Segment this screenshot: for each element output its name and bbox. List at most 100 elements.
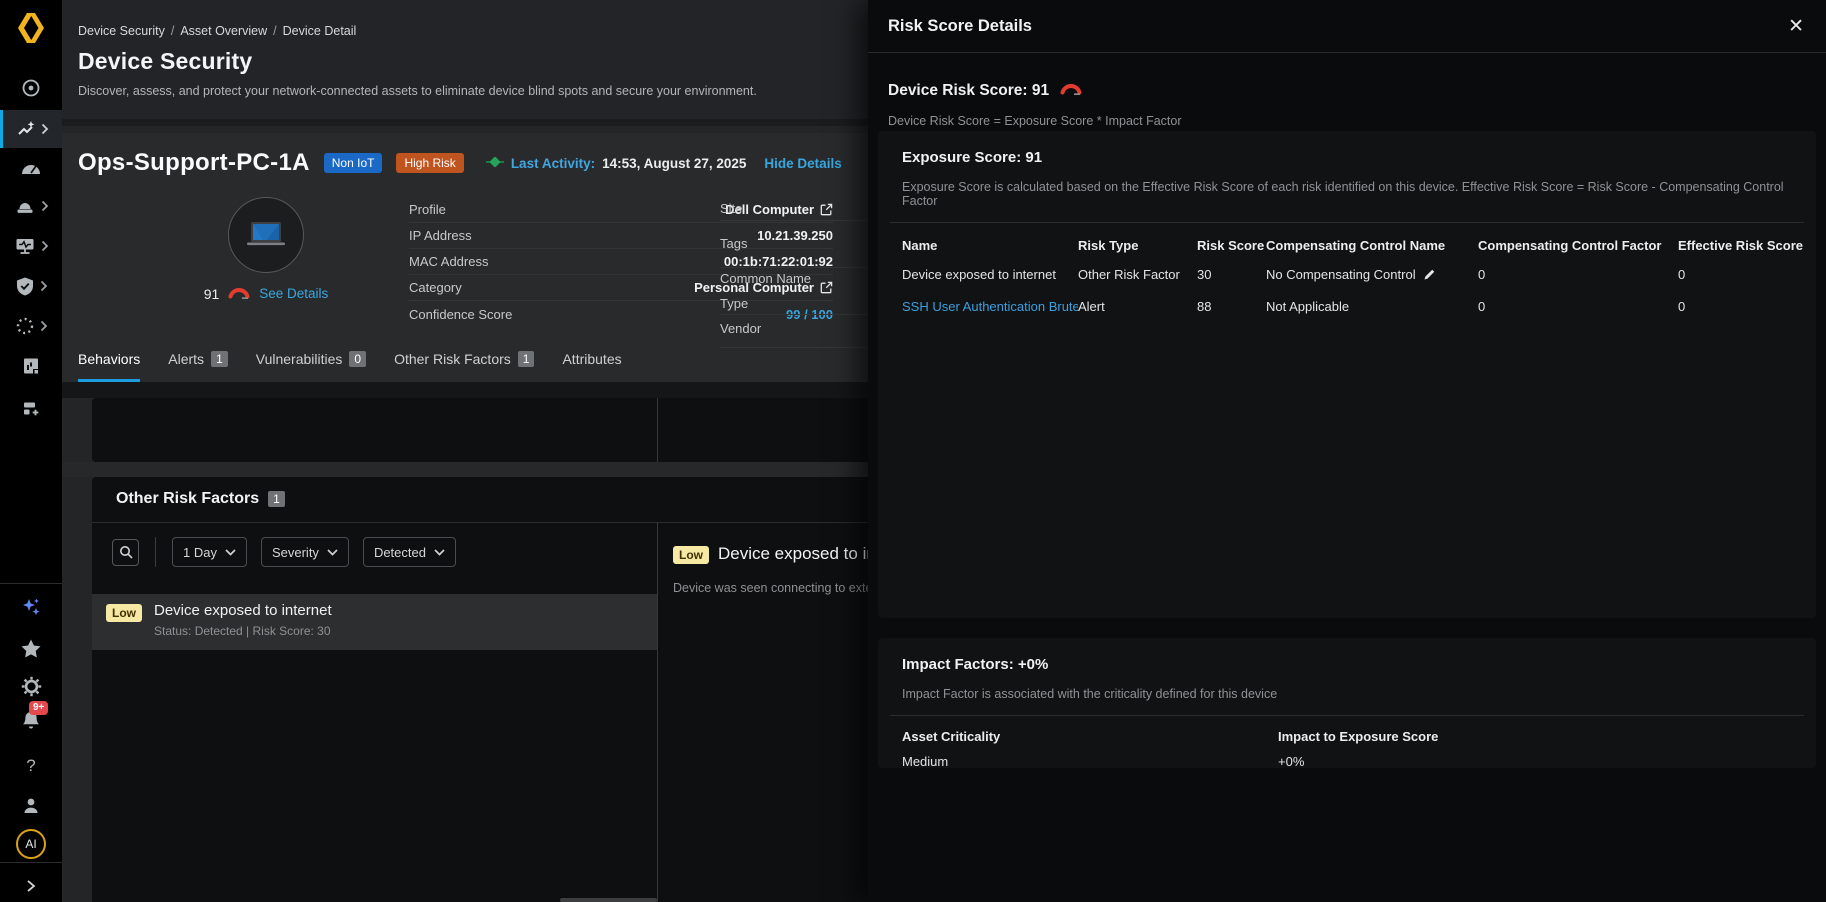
compensating-control-name: Not Applicable (1266, 299, 1478, 314)
tab-label: Other Risk Factors (394, 351, 511, 367)
risk-score: 88 (1197, 299, 1266, 314)
tab-label: Alerts (168, 351, 204, 367)
tab-label: Vulnerabilities (256, 351, 343, 367)
breadcrumb-asset-overview[interactable]: Asset Overview (180, 24, 276, 38)
chevron-down-icon (225, 549, 236, 556)
field-label: Profile (409, 202, 446, 217)
chevron-down-icon (327, 549, 338, 556)
section-count-badge: 1 (268, 491, 285, 507)
tab-label: Behaviors (78, 351, 140, 367)
sidebar-item-device-security[interactable] (0, 110, 62, 148)
severity-dropdown[interactable]: Severity (261, 537, 349, 567)
field-label: IP Address (409, 228, 472, 243)
risk-score: 30 (1197, 267, 1266, 282)
column-header: Impact to Exposure Score (1278, 729, 1804, 744)
risk-score-formula: Device Risk Score = Exposure Score * Imp… (888, 114, 1826, 128)
chevron-right-icon (41, 200, 49, 212)
sidebar-item-ai-copilot[interactable] (0, 589, 62, 625)
online-status-icon (486, 156, 504, 171)
sidebar-item-monitor[interactable] (0, 228, 62, 264)
radar-icon (20, 77, 42, 99)
field-label-type: Type (720, 296, 748, 311)
sidebar-item-favorites[interactable] (0, 630, 62, 666)
column-header: Risk Score (1197, 238, 1266, 253)
exposure-score-title: Exposure Score: 91 (878, 131, 1816, 166)
panel-divider (657, 522, 658, 902)
person-icon (21, 796, 41, 816)
tab-bar: Behaviors Alerts 1 Vulnerabilities 0 Oth… (78, 351, 622, 382)
siren-icon (14, 196, 36, 216)
risk-gauge-icon (227, 285, 251, 302)
field-label-common-name: Common Name (720, 271, 811, 286)
avatar: AI (16, 829, 46, 859)
exposure-table-row: Device exposed to internet Other Risk Fa… (878, 258, 1816, 290)
tab-label: Attributes (562, 351, 621, 367)
tab-vulnerabilities[interactable]: Vulnerabilities 0 (256, 351, 366, 382)
risk-name-link[interactable]: SSH User Authentication Brute... (902, 299, 1078, 314)
time-range-dropdown[interactable]: 1 Day (172, 537, 247, 567)
chevron-right-icon (40, 320, 48, 332)
edit-pencil-icon[interactable] (1423, 268, 1436, 281)
column-header: Compensating Control Factor (1478, 238, 1678, 253)
impact-to-exposure-score: +0% (1278, 754, 1804, 769)
last-activity: Last Activity: 14:53, August 27, 2025 (486, 156, 747, 171)
sidebar-item-notifications[interactable]: 9+ (0, 702, 62, 738)
sidebar-item-account[interactable] (0, 788, 62, 824)
tab-behaviors[interactable]: Behaviors (78, 351, 140, 382)
sidebar-item-protection[interactable] (0, 268, 62, 304)
risk-type: Alert (1078, 299, 1197, 314)
monitor-pulse-icon (14, 236, 36, 256)
device-name: Ops-Support-PC-1A (78, 149, 310, 177)
report-icon (21, 356, 41, 376)
breadcrumb-device-detail[interactable]: Device Detail (283, 24, 357, 38)
compensating-control-factor: 0 (1478, 299, 1678, 314)
sidebar-item-dashboard[interactable] (0, 150, 62, 186)
device-avatar (228, 197, 304, 273)
tab-other-risk-factors[interactable]: Other Risk Factors 1 (394, 351, 534, 382)
sidebar-item-alerts[interactable] (0, 188, 62, 224)
brand-logo-icon[interactable] (13, 10, 49, 46)
sidebar: 9+ ? AI (0, 0, 62, 902)
tab-attributes[interactable]: Attributes (562, 351, 621, 382)
column-header: Risk Type (1078, 238, 1197, 253)
sidebar-item-workflow[interactable] (0, 308, 62, 344)
high-risk-badge: High Risk (396, 153, 463, 173)
risk-factor-status: Status: Detected | Risk Score: 30 (154, 624, 332, 638)
risk-factor-list-item[interactable]: Low Device exposed to internet Status: D… (92, 594, 657, 650)
star-icon (20, 638, 42, 659)
risk-type: Other Risk Factor (1078, 267, 1197, 282)
impact-factors-card: Impact Factors: +0% Impact Factor is ass… (878, 638, 1816, 768)
compensating-control-factor: 0 (1478, 267, 1678, 282)
exposure-score-card: Exposure Score: 91 Exposure Score is cal… (878, 131, 1816, 618)
trend-sparkle-icon (16, 119, 36, 139)
sidebar-item-integrations[interactable] (0, 390, 62, 426)
bell-icon: 9+ (21, 710, 41, 731)
dotted-circle-icon (15, 316, 35, 336)
sidebar-expand-button[interactable] (0, 868, 62, 902)
sidebar-item-reports[interactable] (0, 348, 62, 384)
column-header: Effective Risk Score (1678, 238, 1804, 253)
panel-divider (657, 398, 658, 462)
sidebar-item-settings[interactable] (0, 668, 62, 704)
column-header: Name (902, 238, 1078, 253)
search-button[interactable] (112, 539, 139, 566)
table-divider (890, 715, 1804, 716)
breadcrumb-device-security[interactable]: Device Security (78, 24, 174, 38)
tab-alerts[interactable]: Alerts 1 (168, 351, 227, 382)
status-dropdown[interactable]: Detected (363, 537, 456, 567)
impact-factors-title: Impact Factors: +0% (878, 638, 1816, 673)
sidebar-item-help[interactable]: ? (0, 748, 62, 784)
sparkles-icon (19, 595, 43, 619)
close-icon[interactable]: ✕ (1788, 17, 1804, 36)
sidebar-item-discover[interactable] (0, 70, 62, 106)
sidebar-item-ai-profile[interactable]: AI (0, 826, 62, 862)
sidebar-divider (0, 862, 62, 863)
field-label-vendor: Vendor (720, 321, 761, 336)
horizontal-scrollbar[interactable] (560, 898, 657, 902)
compensating-control-name: No Compensating Control (1266, 267, 1416, 282)
overlay-header: Risk Score Details ✕ (868, 0, 1826, 53)
see-details-link[interactable]: See Details (259, 286, 328, 301)
effective-risk-score: 0 (1678, 267, 1804, 282)
dropdown-value: Detected (374, 545, 426, 560)
tab-count-badge: 1 (518, 351, 535, 367)
